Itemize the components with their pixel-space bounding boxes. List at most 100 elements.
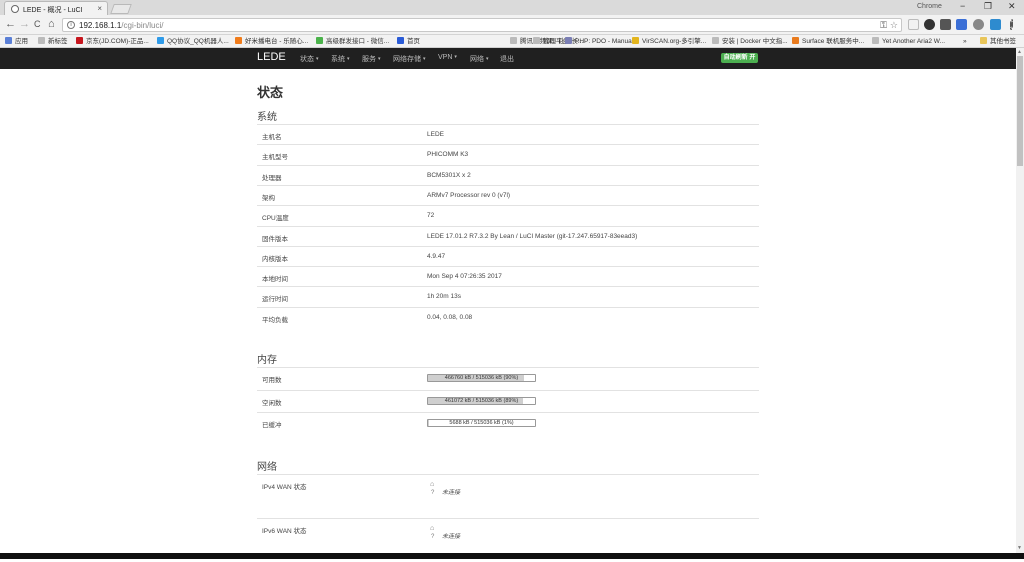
scroll-down-icon[interactable]: ▼ xyxy=(1017,545,1022,551)
reload-button[interactable]: C xyxy=(34,19,41,29)
restore-button[interactable]: ❐ xyxy=(984,1,992,12)
nav-menu-label: 状态 xyxy=(300,56,314,63)
site-info-icon[interactable]: i xyxy=(67,21,75,29)
nav-menu-item[interactable]: 系统 ▾ xyxy=(331,54,350,64)
scroll-up-icon[interactable]: ▲ xyxy=(1017,49,1022,55)
bookmark-label: VirSCAN.org-多引擎... xyxy=(642,38,707,45)
wan-status-text: 未连接 xyxy=(442,490,461,496)
bookmarks-bar: 应用 新标签 京东(JD.COM)-正品... QQ协议_QQ机器人... 好米播电台 … xyxy=(0,35,1024,48)
nav-menu-item[interactable]: 退出 xyxy=(500,54,514,64)
new-tab-button[interactable] xyxy=(110,4,132,14)
close-window-button[interactable]: ✕ xyxy=(1008,1,1016,12)
bookmark-item[interactable]: QQ协议_QQ机器人... xyxy=(157,36,229,47)
bookmark-label: 应用 xyxy=(15,38,28,45)
bookmark-favicon-icon xyxy=(397,37,404,44)
row-label: 固件版本 xyxy=(262,235,288,243)
wan-status-text: 未连接 xyxy=(442,534,461,540)
row-value: LEDE xyxy=(427,131,444,138)
bookmark-label: 高级群发接口 - 微信... xyxy=(326,38,390,45)
bookmark-favicon-icon xyxy=(872,37,879,44)
chevron-down-icon: ▾ xyxy=(423,56,426,62)
minimize-button[interactable]: − xyxy=(960,1,965,11)
bookmark-item[interactable]: 安装 | Docker 中文指... xyxy=(712,36,788,47)
extension-icon[interactable] xyxy=(940,19,951,30)
memory-progress-bar: 5688 kB / 515036 kB (1%) xyxy=(427,419,536,427)
page-title: 状态 xyxy=(257,85,284,100)
bookmark-label: Surface 联机服务中... xyxy=(802,38,865,45)
tab-close-icon[interactable]: × xyxy=(97,4,102,13)
bookmark-label: 安装 | Docker 中文指... xyxy=(722,38,788,45)
row-label: IPv4 WAN 状态 xyxy=(262,484,307,491)
row-label: 可用数 xyxy=(262,377,282,384)
row-value: LEDE 17.01.2 R7.3.2 By Lean / LuCI Maste… xyxy=(427,232,638,240)
profile-label[interactable]: Chrome xyxy=(917,3,942,10)
bookmark-item[interactable]: 应用 xyxy=(5,36,28,47)
bookmark-item[interactable]: 首页 xyxy=(397,36,420,47)
brand-logo[interactable]: LEDE xyxy=(257,51,286,63)
nav-menu-item[interactable]: VPN ▾ xyxy=(438,54,457,61)
extension-icon[interactable] xyxy=(908,19,919,30)
bookmarks-overflow-button[interactable]: » xyxy=(963,36,967,47)
nav-menu-item[interactable]: 网络 ▾ xyxy=(470,54,489,64)
bookmark-favicon-icon xyxy=(980,37,987,44)
scrollbar-thumb[interactable] xyxy=(1017,56,1023,166)
network-port-icon: ⌂ xyxy=(430,525,435,532)
bookmark-item[interactable]: 好米播电台 - 乐随心... xyxy=(235,36,308,47)
bookmark-item[interactable]: 京东(JD.COM)-正品... xyxy=(76,36,149,47)
bookmark-favicon-icon xyxy=(235,37,242,44)
back-button[interactable]: ← xyxy=(5,18,16,30)
bookmark-item[interactable]: PHP: PDO - Manual xyxy=(565,36,633,47)
url-path: /cgi-bin/luci/ xyxy=(121,21,164,30)
nav-menu-label: VPN xyxy=(438,54,453,61)
extension-icon[interactable] xyxy=(973,19,984,30)
browser-tab[interactable]: LEDE - 概况 - LuCI × xyxy=(4,1,108,15)
bookmark-item[interactable]: 新标签 xyxy=(38,36,68,47)
progress-text: 5688 kB / 515036 kB (1%) xyxy=(449,420,514,426)
forward-button[interactable]: → xyxy=(19,18,30,30)
bookmark-item[interactable]: VirSCAN.org-多引擎... xyxy=(632,36,706,47)
luci-navbar: LEDE 状态 ▾ 系统 ▾ 服务 ▾ 网络存储 ▾ VPN ▾ 网络 ▾ 退出 自动刷新 开 xyxy=(0,48,1016,69)
vertical-scrollbar[interactable]: ▲ ▼ xyxy=(1016,48,1024,553)
extension-icon[interactable] xyxy=(990,19,1001,30)
home-button[interactable]: ⌂ xyxy=(48,18,55,30)
bookmark-item[interactable]: 管理平台 xyxy=(533,36,569,47)
bookmark-favicon-icon xyxy=(510,37,517,44)
nav-menu-label: 系统 xyxy=(331,56,345,63)
auto-refresh-toggle[interactable]: 自动刷新 开 xyxy=(721,53,758,63)
section-system-heading: 系统 xyxy=(257,112,277,123)
bookmark-favicon-icon xyxy=(5,37,12,44)
bookmark-item[interactable]: 高级群发接口 - 微信... xyxy=(316,36,389,47)
nav-menu-label: 网络存储 xyxy=(393,56,421,63)
bookmark-label: QQ协议_QQ机器人... xyxy=(167,38,229,45)
extension-icon[interactable] xyxy=(924,19,935,30)
bookmark-favicon-icon xyxy=(76,37,83,44)
table-row: 固件版本 LEDE 17.01.2 R7.3.2 By Lean / LuCI M… xyxy=(257,225,759,246)
bookmark-favicon-icon xyxy=(533,37,540,44)
bookmark-favicon-icon xyxy=(38,37,45,44)
section-memory-heading: 内存 xyxy=(257,355,277,366)
bookmark-favicon-icon xyxy=(712,37,719,44)
password-key-icon[interactable]: ⚿ xyxy=(880,20,887,31)
table-row: 架构 ARMv7 Processor rev 0 (v7l) xyxy=(257,184,759,205)
nav-menu-item[interactable]: 服务 ▾ xyxy=(362,54,381,64)
nav-menu-item[interactable]: 状态 ▾ xyxy=(300,54,319,64)
chevron-down-icon: ▾ xyxy=(378,56,381,62)
url-text[interactable]: 192.168.1.1/cgi-bin/luci/ xyxy=(79,21,164,30)
bookmark-item[interactable]: Surface 联机服务中... xyxy=(792,36,864,47)
row-label: 处理器 xyxy=(262,174,282,182)
translate-extension-icon[interactable] xyxy=(956,19,967,30)
bookmark-item[interactable]: Yet Another Aria2 W... xyxy=(872,36,945,47)
chrome-menu-icon[interactable] xyxy=(1010,19,1013,30)
bookmark-item[interactable]: 其他书签 xyxy=(980,36,1016,47)
address-bar[interactable]: i 192.168.1.1/cgi-bin/luci/ ⚿ ☆ xyxy=(62,18,902,32)
section-network-heading: 网络 xyxy=(257,462,277,473)
table-row: 已缓冲 5688 kB / 515036 kB (1%) xyxy=(257,412,759,434)
row-value: Mon Sep 4 07:26:35 2017 xyxy=(427,273,502,281)
nav-menu-item[interactable]: 网络存储 ▾ xyxy=(393,54,426,64)
row-label: 内核版本 xyxy=(262,255,288,263)
progress-text: 466760 kB / 515036 kB (90%) xyxy=(444,375,519,381)
bookmark-label: 其他书签 xyxy=(990,38,1016,45)
bookmark-star-icon[interactable]: ☆ xyxy=(890,20,898,31)
nav-menu-label: 退出 xyxy=(500,56,514,63)
table-row: 本地时间 Mon Sep 4 07:26:35 2017 xyxy=(257,266,759,286)
